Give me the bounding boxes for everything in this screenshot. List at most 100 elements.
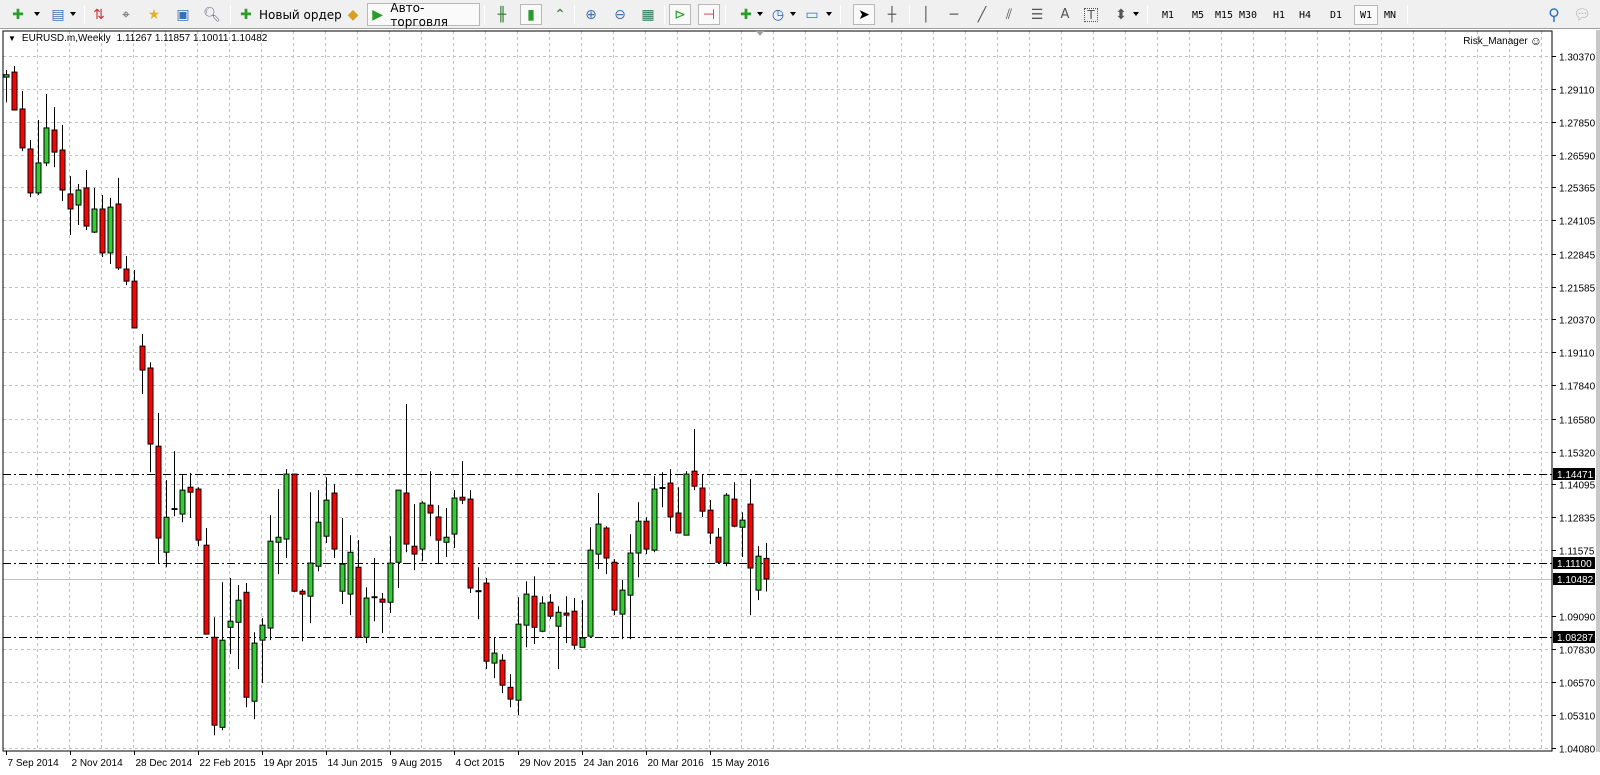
timeframe-h4[interactable]: H4	[1293, 5, 1317, 25]
separator	[664, 5, 665, 24]
autotrading-button[interactable]: ▶ Авто-торговля	[367, 1, 480, 29]
arrows-dropdown-icon[interactable]	[1133, 12, 1139, 16]
new-chart-button[interactable]: ✚	[8, 4, 28, 25]
market-watch-icon: ⇅	[93, 6, 105, 23]
timeframe-d1[interactable]: D1	[1324, 5, 1348, 25]
candle-bullish	[635, 520, 642, 554]
price-axis-label: 1.11575	[1559, 547, 1595, 558]
text-label-button[interactable]: T	[1084, 4, 1098, 25]
expert-advisor-status[interactable]: Risk_Manager ☺	[1463, 34, 1542, 48]
expert-name: Risk_Manager	[1463, 35, 1528, 47]
metaeditor-button[interactable]: ◆	[343, 4, 363, 25]
price-axis-label: 1.22845	[1559, 251, 1596, 262]
market-watch-button[interactable]: ⇅	[89, 4, 109, 25]
indicators-button[interactable]: ✚	[736, 4, 756, 25]
candle-bearish	[291, 473, 298, 592]
time-axis-label: 4 Oct 2015	[456, 758, 505, 769]
candle-bullish	[371, 596, 378, 599]
chart-ohlc: 1.11267 1.11857 1.10011 1.10482	[116, 33, 268, 44]
trendline-button[interactable]: ╱	[972, 4, 992, 25]
chart-symbol: EURUSD.m,Weekly	[21, 33, 111, 44]
candle-bearish	[155, 445, 162, 539]
periods-dropdown-icon[interactable]	[790, 12, 796, 16]
candle-bearish	[331, 492, 338, 550]
candle-bearish	[747, 503, 754, 569]
price-axis-label: 1.19110	[1559, 349, 1595, 360]
chart-scrollbar[interactable]	[1596, 30, 1600, 752]
timeframe-w1[interactable]: W1	[1354, 5, 1378, 25]
profiles-dropdown-icon[interactable]	[70, 12, 76, 16]
tile-windows-icon: ▦	[641, 6, 655, 23]
chart-header: ▼ EURUSD.m,Weekly 1.11267 1.11857 1.1001…	[8, 33, 267, 44]
templates-button[interactable]: ▭	[802, 4, 822, 25]
chat-button[interactable]: 💬︎	[1572, 4, 1592, 25]
price-axis-label: 1.17840	[1559, 382, 1596, 393]
strategy-tester-button[interactable]: 🔍︎	[202, 4, 222, 25]
zoom-in-button[interactable]: ⊕	[581, 4, 601, 25]
new-chart-dropdown-icon[interactable]	[34, 12, 40, 16]
navigator-button[interactable]: ★	[144, 4, 164, 25]
timeframe-mn[interactable]: MN	[1378, 5, 1402, 25]
candle-bearish	[707, 509, 714, 534]
crosshair-button[interactable]: ┼	[882, 4, 902, 25]
smiley-icon: ☺	[1529, 34, 1542, 48]
candle-bullish	[539, 602, 546, 632]
data-window-button[interactable]: ⌖	[116, 4, 136, 25]
candle-bullish	[323, 499, 330, 537]
bar-chart-button[interactable]: ╫	[492, 4, 512, 25]
level-price-label: 1.14471	[1557, 470, 1594, 481]
indicators-icon: ✚	[740, 6, 752, 23]
timeframe-m5[interactable]: M5	[1186, 5, 1210, 25]
candle-bullish	[387, 562, 394, 603]
candle-bullish	[523, 593, 530, 626]
terminal-button[interactable]: ▣	[173, 4, 193, 25]
candle-bearish	[459, 496, 466, 501]
candle-bearish	[483, 582, 490, 662]
timeframe-m30[interactable]: M30	[1236, 5, 1260, 25]
profiles-button[interactable]: ▤	[48, 4, 68, 25]
candle-bullish	[619, 589, 626, 615]
candle-bullish	[515, 623, 522, 701]
candle-bearish	[507, 686, 514, 700]
auto-scroll-button[interactable]: ⊳	[669, 4, 691, 25]
new-order-button[interactable]: ✚ Новый ордер	[236, 4, 342, 25]
fibonacci-button[interactable]: ☰	[1027, 4, 1047, 25]
price-chart[interactable]: 1.30370 1.29110 1.27850 1.26590 1.25365 1.241…	[0, 30, 1600, 775]
candlesticks-icon: ▮	[527, 6, 535, 23]
timeframe-m1[interactable]: M1	[1156, 5, 1180, 25]
vertical-line-button[interactable]: │	[916, 4, 936, 25]
candle-bearish	[603, 527, 610, 559]
timeframe-m15[interactable]: M15	[1212, 5, 1236, 25]
candlesticks-button[interactable]: ▮	[520, 4, 542, 25]
level-price-label: 1.08287	[1557, 633, 1594, 644]
time-axis-label: 29 Nov 2015	[520, 758, 577, 769]
periods-button[interactable]: ◷	[768, 4, 788, 25]
collapse-triangle-icon[interactable]: ▼	[8, 34, 16, 43]
horizontal-line-button[interactable]: ─	[944, 4, 964, 25]
separator	[1147, 5, 1148, 24]
indicators-dropdown-icon[interactable]	[757, 12, 763, 16]
chart-shift-button[interactable]: ⊣	[698, 4, 720, 25]
cursor-button[interactable]: ➤	[853, 4, 875, 25]
candle-bullish	[363, 597, 370, 638]
cursor-icon: ➤	[858, 6, 870, 23]
plot-area	[3, 31, 1552, 751]
time-axis-label: 20 Mar 2016	[648, 758, 705, 769]
price-axis-label: 1.26590	[1559, 152, 1596, 163]
tile-windows-button[interactable]: ▦	[638, 4, 658, 25]
templates-dropdown-icon[interactable]	[826, 12, 832, 16]
candle-bearish	[131, 280, 138, 329]
arrows-button[interactable]: ⬍	[1111, 4, 1131, 25]
timeframe-h1[interactable]: H1	[1267, 5, 1291, 25]
search-button[interactable]: ⚲	[1544, 4, 1564, 25]
candle-bullish	[171, 508, 178, 511]
equidistant-channel-button[interactable]: ⫽	[999, 4, 1019, 25]
candle-bullish	[283, 473, 290, 540]
profiles-icon: ▤	[51, 6, 65, 23]
text-button[interactable]: A	[1055, 4, 1075, 25]
candle-bullish	[235, 599, 242, 623]
candle-bullish	[315, 521, 322, 567]
zoom-out-button[interactable]: ⊖	[610, 4, 630, 25]
line-chart-button[interactable]: ⌃	[550, 4, 570, 25]
candle-bearish	[731, 498, 738, 527]
